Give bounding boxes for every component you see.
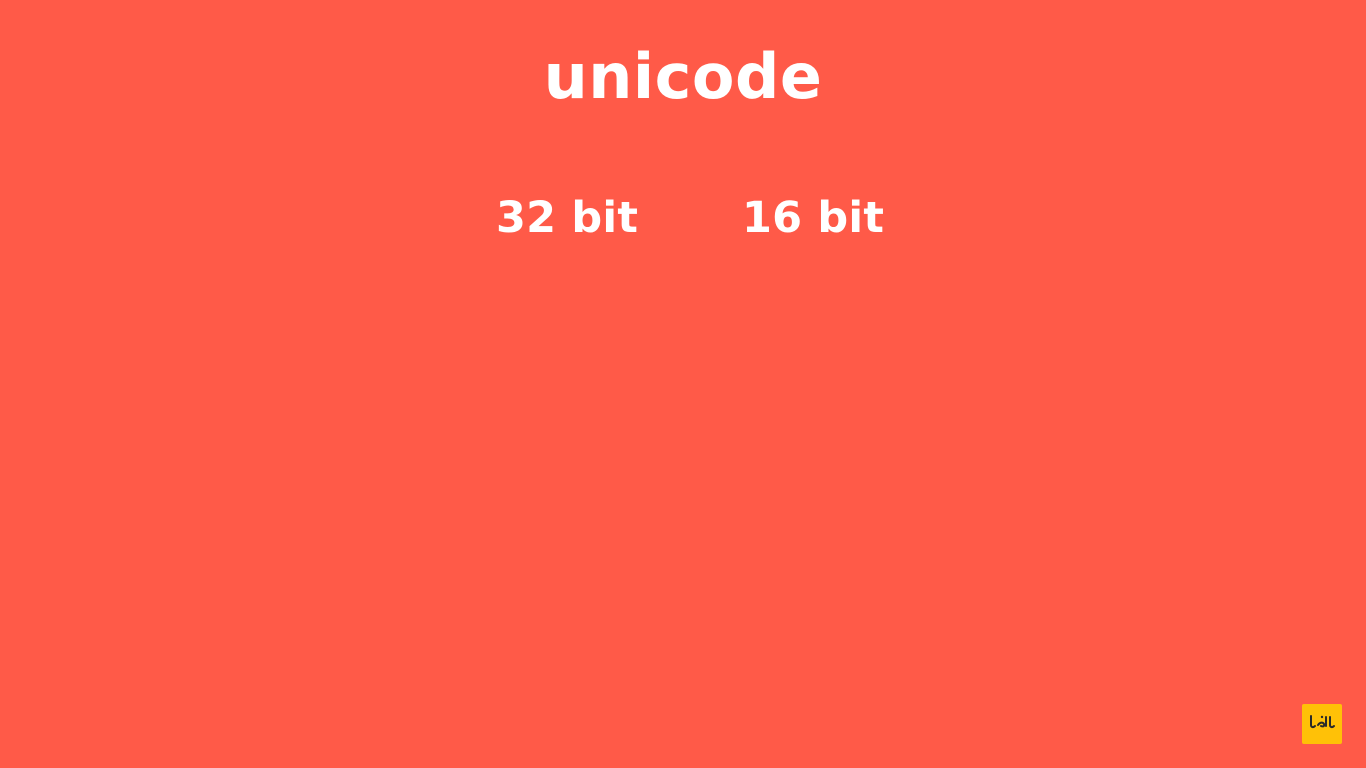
video-frame: unicode 32 bit 16 bit: [0, 0, 1366, 768]
label-32-bit: 32 bit: [496, 193, 639, 243]
watermark-logo-icon: [1308, 713, 1336, 735]
label-16-bit: 16 bit: [742, 193, 885, 243]
channel-watermark-logo: [1302, 704, 1342, 744]
slide-title: unicode: [543, 40, 823, 113]
